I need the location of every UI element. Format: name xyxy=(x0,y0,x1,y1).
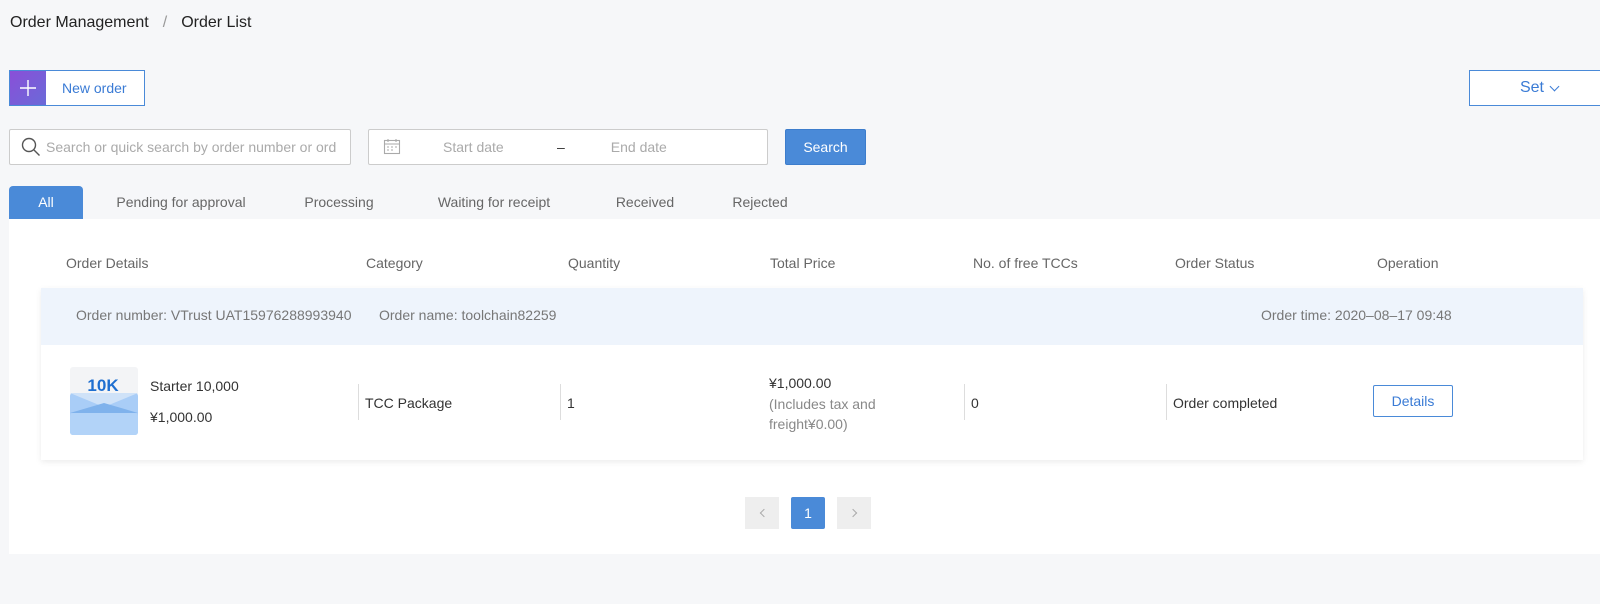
column-header-total-price: Total Price xyxy=(770,255,836,271)
tab-pending-approval[interactable]: Pending for approval xyxy=(83,186,279,219)
search-input[interactable] xyxy=(46,139,336,155)
tab-rejected[interactable]: Rejected xyxy=(701,186,819,219)
tab-waiting-receipt[interactable]: Waiting for receipt xyxy=(399,186,589,219)
total-price-note: (Includes tax and freight¥0.00) xyxy=(769,396,876,432)
column-header-category: Category xyxy=(366,255,423,271)
column-divider xyxy=(560,384,561,420)
date-range-separator: – xyxy=(557,139,565,155)
column-header-order-status: Order Status xyxy=(1175,255,1255,271)
new-order-label: New order xyxy=(62,80,127,96)
column-header-order-details: Order Details xyxy=(66,255,149,271)
next-page-button[interactable] xyxy=(837,497,871,529)
breadcrumb-order-list: Order List xyxy=(181,14,252,31)
order-status-value: Order completed xyxy=(1173,395,1278,411)
column-divider xyxy=(964,384,965,420)
column-header-quantity: Quantity xyxy=(568,255,621,271)
free-tccs-value: 0 xyxy=(971,395,979,411)
new-order-button[interactable]: New order xyxy=(9,70,145,106)
order-name: Order name: toolchain82259 xyxy=(379,307,557,323)
product-name: Starter 10,000 xyxy=(150,378,239,394)
details-button[interactable]: Details xyxy=(1373,385,1453,417)
order-number: Order number: VTrust UAT15976288993940 xyxy=(76,307,352,323)
status-tabs: All Pending for approval Processing Wait… xyxy=(9,186,819,220)
tab-processing[interactable]: Processing xyxy=(279,186,399,219)
order-item-row: 10K Starter 10,000 ¥1,000.00 TCC Package… xyxy=(41,345,1583,460)
start-date-input[interactable]: Start date xyxy=(443,139,533,155)
breadcrumb: Order Management / Order List xyxy=(10,14,251,32)
search-button[interactable]: Search xyxy=(785,129,866,165)
chevron-right-icon xyxy=(848,508,857,518)
order-list-panel: Order Details Category Quantity Total Pr… xyxy=(9,219,1600,554)
tab-received[interactable]: Received xyxy=(589,186,701,219)
order-header-row: Order number: VTrust UAT15976288993940 O… xyxy=(41,288,1583,345)
chevron-left-icon xyxy=(759,508,768,518)
category-value: TCC Package xyxy=(365,395,453,411)
set-label: Set xyxy=(1519,79,1544,96)
page-number-button[interactable]: 1 xyxy=(791,497,825,529)
tab-all[interactable]: All xyxy=(9,186,83,219)
quantity-value: 1 xyxy=(567,395,575,411)
prev-page-button[interactable] xyxy=(745,497,779,529)
table-header: Order Details Category Quantity Total Pr… xyxy=(9,255,1600,275)
breadcrumb-order-management[interactable]: Order Management xyxy=(10,14,149,32)
column-divider xyxy=(358,384,359,420)
column-divider xyxy=(1166,384,1167,420)
column-header-operation: Operation xyxy=(1377,255,1439,271)
column-header-free-tccs: No. of free TCCs xyxy=(973,255,1078,271)
plus-icon xyxy=(10,71,46,105)
calendar-icon xyxy=(383,139,401,155)
product-price: ¥1,000.00 xyxy=(150,409,213,425)
set-dropdown-button[interactable]: Set xyxy=(1469,70,1600,106)
thumbnail-label: 10K xyxy=(87,376,119,395)
search-icon xyxy=(16,130,46,164)
order-card: Order number: VTrust UAT15976288993940 O… xyxy=(41,288,1583,460)
product-thumbnail: 10K xyxy=(70,367,138,435)
breadcrumb-separator: / xyxy=(162,14,168,31)
total-price-value: ¥1,000.00 xyxy=(769,375,832,391)
date-range-picker[interactable]: Start date – End date xyxy=(368,129,768,165)
order-time: Order time: 2020–08–17 09:48 xyxy=(1261,307,1452,323)
chevron-down-icon xyxy=(1549,81,1560,91)
pagination: 1 xyxy=(745,497,883,529)
end-date-input[interactable]: End date xyxy=(611,139,667,155)
search-field[interactable] xyxy=(9,129,351,165)
order-list-page: Order Management / Order List New order … xyxy=(0,0,1600,604)
